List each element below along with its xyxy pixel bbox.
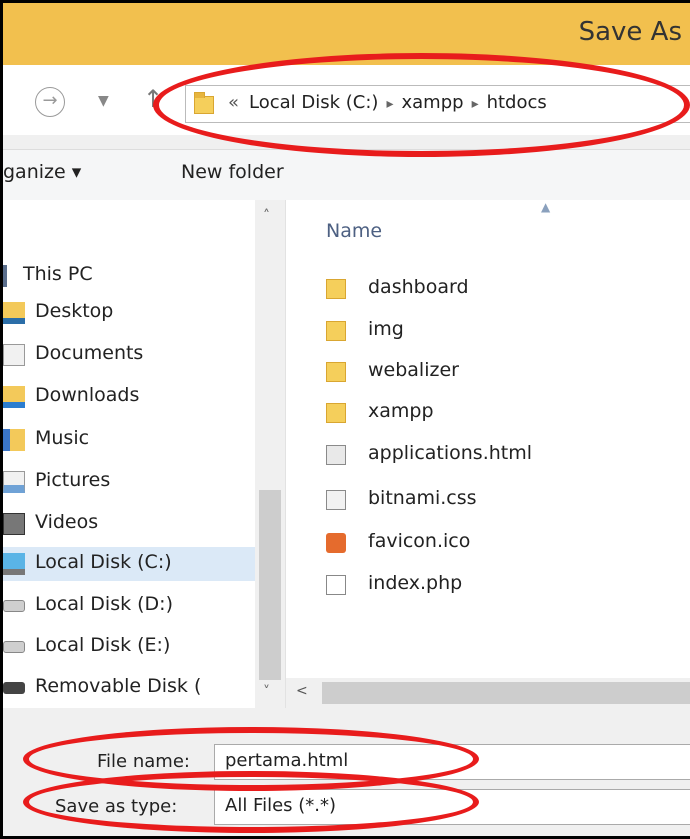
breadcrumb-item[interactable]: htdocs	[487, 92, 547, 113]
file-list: ▲ Name dashboard img webalizer xampp app…	[286, 200, 690, 708]
sidebar-item-pictures[interactable]: Pictures	[3, 465, 255, 499]
pc-icon	[3, 265, 7, 287]
sort-ascending-icon: ▲	[541, 200, 551, 214]
sidebar-item-label: Local Disk (C:)	[35, 551, 172, 573]
sidebar-item-music[interactable]: Music	[3, 423, 255, 457]
up-arrow-icon[interactable]: ↑	[143, 85, 163, 113]
sidebar-item-label: Local Disk (E:)	[35, 634, 171, 656]
folder-icon	[326, 321, 346, 341]
sidebar-item-label: This PC	[23, 263, 93, 285]
file-name: webalizer	[368, 359, 459, 381]
chevron-down-icon[interactable]: ▼	[98, 93, 109, 109]
sidebar-scrollbar[interactable]: ˄ ˅	[255, 200, 285, 708]
sidebar-item-label: Downloads	[35, 384, 140, 406]
scroll-down-icon[interactable]: ˅	[263, 684, 270, 700]
file-name: favicon.ico	[368, 530, 471, 552]
downloads-icon	[3, 386, 25, 408]
organize-button[interactable]: ganize ▾	[3, 161, 81, 183]
file-name: xampp	[368, 400, 434, 422]
new-folder-button[interactable]: New folder	[181, 161, 284, 183]
file-name: index.php	[368, 572, 463, 594]
sidebar-item-removable-disk[interactable]: Removable Disk (	[3, 671, 255, 705]
save-as-type-select[interactable]: All Files (*.*)	[214, 789, 690, 825]
address-bar[interactable]: « Local Disk (C:) ▸ xampp ▸ htdocs	[185, 85, 690, 123]
title-bar[interactable]: Save As	[3, 3, 690, 65]
folder-icon	[326, 362, 346, 382]
scrollbar-thumb[interactable]	[322, 682, 690, 704]
breadcrumb-overflow[interactable]: «	[228, 92, 239, 113]
sidebar-item-label: Music	[35, 427, 90, 449]
sidebar-item-documents[interactable]: Documents	[3, 338, 255, 372]
breadcrumb-separator-icon[interactable]: ▸	[386, 96, 393, 112]
command-toolbar: ganize ▾ New folder	[3, 149, 690, 201]
sidebar-item-this-pc[interactable]: This PC	[3, 259, 255, 293]
file-name: dashboard	[368, 276, 469, 298]
sidebar-item-label: Videos	[35, 511, 99, 533]
sidebar-item-downloads[interactable]: Downloads	[3, 380, 255, 414]
breadcrumb-separator-icon[interactable]: ▸	[472, 96, 479, 112]
sidebar-item-videos[interactable]: Videos	[3, 507, 255, 541]
breadcrumb-item[interactable]: Local Disk (C:)	[249, 92, 378, 113]
breadcrumb-item[interactable]: xampp	[401, 92, 463, 113]
css-file-icon	[326, 490, 346, 510]
documents-icon	[3, 344, 25, 366]
sidebar-item-label: Desktop	[35, 300, 114, 322]
sidebar-item-label: Pictures	[35, 469, 111, 491]
save-form: File name: pertama.html Save as type: Al…	[3, 709, 690, 836]
scroll-left-icon[interactable]: <	[296, 683, 308, 699]
save-as-type-label: Save as type:	[55, 796, 178, 817]
music-icon	[3, 429, 25, 451]
sidebar-item-desktop[interactable]: Desktop	[3, 296, 255, 330]
navigation-bar: → ▼ ↑ « Local Disk (C:) ▸ xampp ▸ htdocs	[3, 65, 690, 135]
xampp-icon	[326, 533, 346, 553]
folder-icon	[326, 279, 346, 299]
sidebar-item-label: Documents	[35, 342, 144, 364]
drive-c-icon	[3, 553, 25, 575]
removable-drive-icon	[3, 682, 25, 694]
file-name-field[interactable]: pertama.html	[214, 744, 690, 780]
drive-icon	[3, 600, 25, 612]
file-name: img	[368, 318, 404, 340]
back-arrow-icon[interactable]: →	[35, 87, 65, 117]
drive-icon	[3, 641, 25, 653]
file-name: applications.html	[368, 442, 533, 464]
folder-icon	[194, 92, 214, 114]
html-file-icon	[326, 445, 346, 465]
blank-file-icon	[326, 575, 346, 595]
sidebar-item-local-disk-d[interactable]: Local Disk (D:)	[3, 589, 255, 623]
sidebar-item-label: Local Disk (D:)	[35, 593, 173, 615]
scroll-up-icon[interactable]: ˄	[263, 208, 270, 224]
videos-icon	[3, 513, 25, 535]
scrollbar-thumb[interactable]	[259, 490, 281, 680]
column-header-name[interactable]: Name	[326, 220, 382, 242]
window-title: Save As	[578, 17, 682, 47]
desktop-icon	[3, 302, 25, 324]
file-name-label: File name:	[97, 751, 190, 772]
folder-icon	[326, 403, 346, 423]
save-as-dialog: Save As → ▼ ↑ « Local Disk (C:) ▸ xampp ▸ htd…	[3, 3, 690, 836]
navigation-pane: This PC Desktop Documents Downloads Musi…	[3, 200, 286, 708]
file-name: bitnami.css	[368, 487, 477, 509]
pictures-icon	[3, 471, 25, 493]
breadcrumb: « Local Disk (C:) ▸ xampp ▸ htdocs	[228, 92, 547, 113]
sidebar-item-local-disk-c[interactable]: Local Disk (C:)	[3, 547, 255, 581]
sidebar-item-label: Removable Disk (	[35, 675, 202, 697]
horizontal-scrollbar[interactable]: <	[286, 678, 690, 708]
sidebar-item-local-disk-e[interactable]: Local Disk (E:)	[3, 630, 255, 664]
